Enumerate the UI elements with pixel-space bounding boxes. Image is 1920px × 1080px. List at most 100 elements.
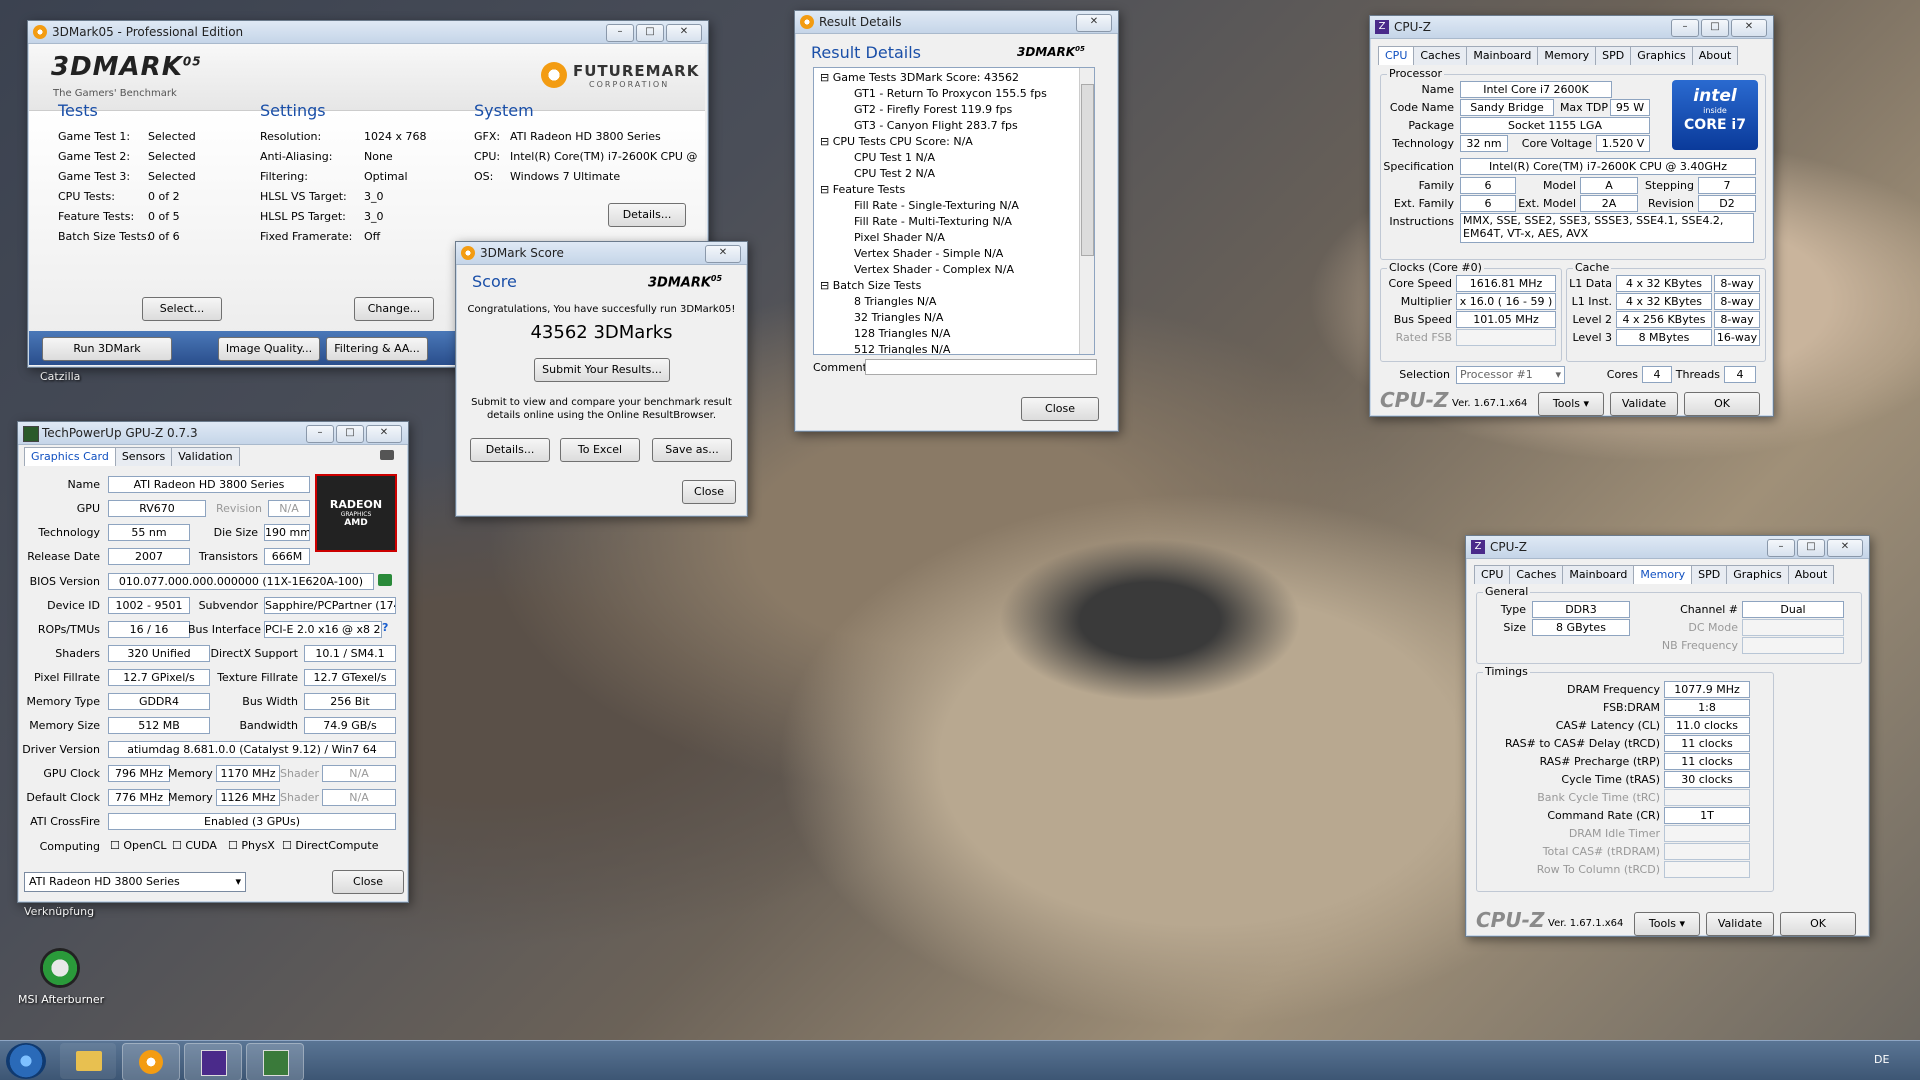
minimize-button[interactable]: – xyxy=(1767,539,1795,557)
3dmark-taskbar-button[interactable] xyxy=(122,1043,180,1080)
gpuz-close-button[interactable]: Close xyxy=(332,870,404,894)
tree-leaf[interactable]: 32 Triangles N/A xyxy=(854,311,943,324)
command-rate-label: Command Rate (CR) xyxy=(1547,809,1660,822)
validate-button[interactable]: Validate xyxy=(1610,392,1678,416)
tree-node[interactable]: ⊟ Batch Size Tests xyxy=(820,279,921,292)
tab-graphics[interactable]: Graphics xyxy=(1726,565,1789,584)
tree-leaf[interactable]: GT2 - Firefly Forest 119.9 fps xyxy=(854,103,1012,116)
desktop-icon-catzilla-label[interactable]: Catzilla xyxy=(40,370,80,383)
filtering-aa-button[interactable]: Filtering & AA... xyxy=(326,337,428,361)
close-button[interactable]: ✕ xyxy=(366,425,402,443)
tree-leaf[interactable]: 512 Triangles N/A xyxy=(854,343,950,354)
comment-input[interactable] xyxy=(865,359,1097,375)
tree-leaf[interactable]: 128 Triangles N/A xyxy=(854,327,950,340)
maximize-button[interactable]: □ xyxy=(636,24,664,42)
score-titlebar[interactable]: 3DMark Score ✕ xyxy=(456,242,747,265)
image-quality-button[interactable]: Image Quality... xyxy=(218,337,320,361)
cpu-name-label: Name xyxy=(1421,83,1454,96)
close-button[interactable]: ✕ xyxy=(666,24,702,42)
tree-leaf[interactable]: Fill Rate - Single-Texturing N/A xyxy=(854,199,1019,212)
maximize-button[interactable]: □ xyxy=(1701,19,1729,37)
language-indicator[interactable]: DE xyxy=(1874,1053,1889,1066)
save-as-button[interactable]: Save as... xyxy=(652,438,732,462)
tree-leaf[interactable]: Vertex Shader - Simple N/A xyxy=(854,247,1003,260)
submit-results-button[interactable]: Submit Your Results... xyxy=(534,358,670,382)
tree-scrollbar[interactable] xyxy=(1079,68,1094,354)
maximize-button[interactable]: □ xyxy=(1797,539,1825,557)
tree-leaf[interactable]: Vertex Shader - Complex N/A xyxy=(854,263,1014,276)
close-button[interactable]: ✕ xyxy=(1731,19,1767,37)
msi-afterburner-icon[interactable] xyxy=(40,948,80,988)
tab-mainboard[interactable]: Mainboard xyxy=(1466,46,1539,65)
tree-node[interactable]: ⊟ Game Tests 3DMark Score: 43562 xyxy=(820,71,1019,84)
mark05-titlebar[interactable]: 3DMark05 - Professional Edition – □ ✕ xyxy=(28,21,708,44)
desktop-icon-afterburner-label[interactable]: MSI Afterburner xyxy=(18,993,104,1006)
help-icon[interactable]: ? xyxy=(382,621,388,634)
tab-spd[interactable]: SPD xyxy=(1691,565,1728,584)
tab-about[interactable]: About xyxy=(1691,46,1739,65)
ok-button[interactable]: OK xyxy=(1684,392,1760,416)
results-titlebar[interactable]: Result Details ✕ xyxy=(795,11,1118,34)
directcompute-checkbox[interactable]: ☐ DirectCompute xyxy=(282,839,378,852)
cuda-checkbox[interactable]: ☐ CUDA xyxy=(172,839,217,852)
physx-checkbox[interactable]: ☐ PhysX xyxy=(228,839,275,852)
tab-caches[interactable]: Caches xyxy=(1413,46,1468,65)
explorer-taskbar-button[interactable] xyxy=(60,1043,116,1079)
l1-inst-way: 8-way xyxy=(1714,293,1760,310)
tree-leaf[interactable]: GT1 - Return To Proxycon 155.5 fps xyxy=(854,87,1047,100)
close-button[interactable]: ✕ xyxy=(705,245,741,263)
system-details-button[interactable]: Details... xyxy=(608,203,686,227)
cpuz-memory-titlebar[interactable]: Z CPU-Z – □ ✕ xyxy=(1466,536,1869,559)
run-3dmark-button[interactable]: Run 3DMark xyxy=(42,337,172,361)
change-settings-button[interactable]: Change... xyxy=(354,297,434,321)
close-button[interactable]: ✕ xyxy=(1827,539,1863,557)
tab-caches[interactable]: Caches xyxy=(1509,565,1564,584)
tools-button[interactable]: Tools ▾ xyxy=(1538,392,1604,416)
results-tree[interactable]: ⊟ Game Tests 3DMark Score: 43562 GT1 - R… xyxy=(813,67,1095,355)
tree-leaf[interactable]: CPU Test 2 N/A xyxy=(854,167,935,180)
gpuz-taskbar-button[interactable] xyxy=(246,1043,304,1080)
minimize-button[interactable]: – xyxy=(306,425,334,443)
minimize-button[interactable]: – xyxy=(1671,19,1699,37)
save-bios-icon[interactable] xyxy=(378,574,392,586)
validate-button[interactable]: Validate xyxy=(1706,912,1774,936)
tree-node[interactable]: ⊟ CPU Tests CPU Score: N/A xyxy=(820,135,973,148)
tab-graphics[interactable]: Graphics xyxy=(1630,46,1693,65)
tab-graphics-card[interactable]: Graphics Card xyxy=(24,447,116,466)
desktop-icon-shortcut-label[interactable]: Verknüpfung xyxy=(24,905,94,918)
tab-memory[interactable]: Memory xyxy=(1633,565,1693,584)
maximize-button[interactable]: □ xyxy=(336,425,364,443)
tab-cpu[interactable]: CPU xyxy=(1378,46,1415,65)
tab-memory[interactable]: Memory xyxy=(1537,46,1597,65)
camera-icon[interactable] xyxy=(380,450,394,460)
tab-validation[interactable]: Validation xyxy=(171,447,240,466)
processor-select-dropdown[interactable]: Processor #1 ▾ xyxy=(1456,366,1565,384)
start-button[interactable] xyxy=(6,1043,46,1079)
tree-leaf[interactable]: GT3 - Canyon Flight 283.7 fps xyxy=(854,119,1018,132)
tree-leaf[interactable]: 8 Triangles N/A xyxy=(854,295,936,308)
select-tests-button[interactable]: Select... xyxy=(142,297,222,321)
tab-about[interactable]: About xyxy=(1787,565,1835,584)
tools-button[interactable]: Tools ▾ xyxy=(1634,912,1700,936)
tree-leaf[interactable]: Pixel Shader N/A xyxy=(854,231,945,244)
minimize-button[interactable]: – xyxy=(606,24,634,42)
gpuz-titlebar[interactable]: TechPowerUp GPU-Z 0.7.3 – □ ✕ xyxy=(18,422,408,445)
tab-cpu[interactable]: CPU xyxy=(1474,565,1511,584)
tab-mainboard[interactable]: Mainboard xyxy=(1562,565,1635,584)
cpuz-taskbar-button[interactable] xyxy=(184,1043,242,1080)
tab-spd[interactable]: SPD xyxy=(1595,46,1632,65)
cpuz-cpu-titlebar[interactable]: Z CPU-Z – □ ✕ xyxy=(1370,16,1773,39)
tab-sensors[interactable]: Sensors xyxy=(114,447,173,466)
score-details-button[interactable]: Details... xyxy=(470,438,550,462)
ok-button[interactable]: OK xyxy=(1780,912,1856,936)
close-button[interactable]: ✕ xyxy=(1076,14,1112,32)
tree-node[interactable]: ⊟ Feature Tests xyxy=(820,183,905,196)
tree-leaf[interactable]: CPU Test 1 N/A xyxy=(854,151,935,164)
tree-leaf[interactable]: Fill Rate - Multi-Texturing N/A xyxy=(854,215,1012,228)
results-close-button[interactable]: Close xyxy=(1021,397,1099,421)
opencl-checkbox[interactable]: ☐ OpenCL xyxy=(110,839,167,852)
gpu-select-dropdown[interactable]: ATI Radeon HD 3800 Series ▾ xyxy=(24,872,246,892)
to-excel-button[interactable]: To Excel xyxy=(560,438,640,462)
scrollbar-thumb[interactable] xyxy=(1081,84,1094,256)
score-close-button[interactable]: Close xyxy=(682,480,736,504)
